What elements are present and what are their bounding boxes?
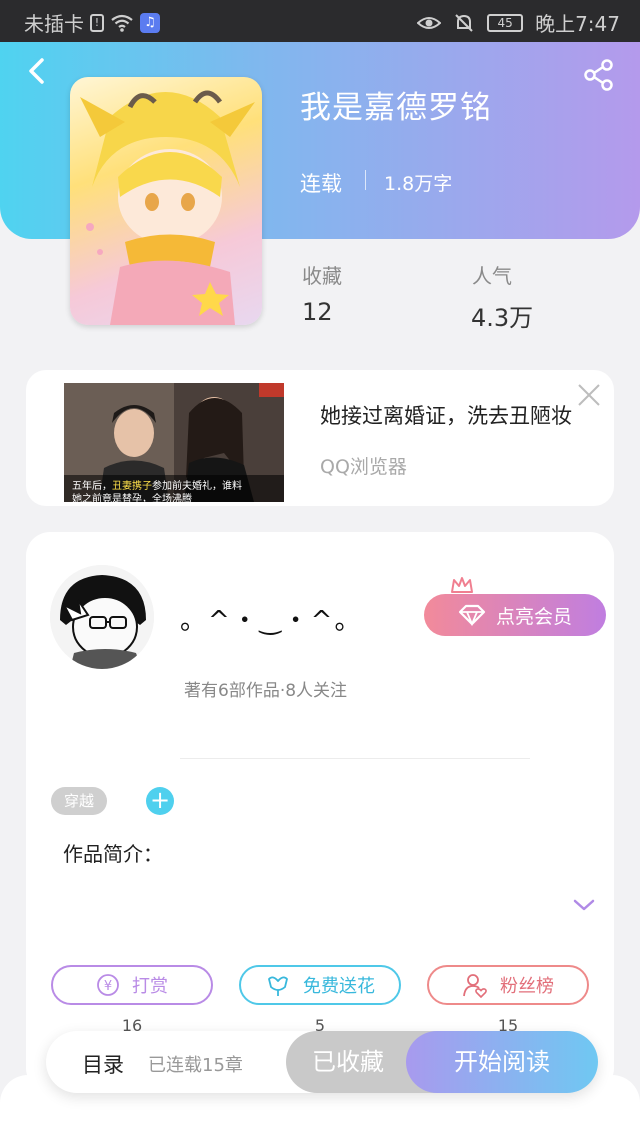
share-icon: [584, 59, 613, 91]
book-cover[interactable]: [70, 77, 262, 325]
share-button[interactable]: [582, 58, 616, 92]
status-left: 未插卡 ! ♫: [24, 8, 160, 37]
favorites-value: 12: [302, 298, 333, 326]
intro-label: 作品简介：: [63, 842, 163, 866]
book-title: 我是嘉德罗铭: [300, 90, 492, 126]
expand-intro-button[interactable]: [572, 896, 596, 914]
popularity-label: 人气: [472, 264, 512, 288]
sim-alert-icon: !: [90, 13, 104, 32]
send-flower-button[interactable]: 免费送花: [239, 965, 401, 1005]
author-name[interactable]: 。^・‿・^。: [180, 600, 362, 637]
flower-icon: [268, 976, 288, 996]
carrier-text: 未插卡: [24, 12, 84, 36]
ad-image[interactable]: 五年后，丑妻携子参加前夫婚礼，谁料 她之前竟是替孕，全场沸腾: [64, 383, 284, 502]
svg-text:¥: ¥: [104, 979, 112, 994]
eye-icon: [417, 16, 442, 29]
popularity-value: 4.3万: [471, 304, 534, 332]
avatar-illustration: [50, 565, 154, 669]
send-flower-label: 免费送花: [303, 976, 375, 997]
fan-ranking-button[interactable]: 粉丝榜: [427, 965, 589, 1005]
status-bar: 未插卡 ! ♫ 45 晚上7:47: [0, 0, 640, 42]
music-app-icon: ♫: [140, 12, 160, 33]
author-avatar[interactable]: [50, 565, 154, 669]
diamond-icon: [458, 604, 486, 626]
ad-close-button[interactable]: [574, 380, 604, 410]
vip-button[interactable]: 点亮会员: [424, 594, 606, 636]
section-divider: [180, 758, 530, 759]
vip-label: 点亮会员: [495, 605, 572, 628]
favorites-label: 收藏: [302, 264, 342, 288]
author-meta: 著有6部作品·8人关注: [184, 681, 348, 701]
tip-button[interactable]: ¥ 打赏: [51, 965, 213, 1005]
ad-source: QQ浏览器: [320, 456, 407, 478]
word-count: 1.8万字: [384, 173, 453, 195]
serial-status: 连载: [300, 172, 342, 196]
genre-tag[interactable]: 穿越: [51, 787, 108, 815]
user-heart-icon: [463, 974, 487, 998]
toc-button[interactable]: 目录: [82, 1049, 124, 1079]
status-divider: [365, 170, 366, 190]
chapter-count: 已连载15章: [148, 1055, 243, 1076]
add-tag-button[interactable]: +: [146, 787, 174, 815]
close-icon: [578, 384, 600, 406]
fan-ranking-label: 粉丝榜: [500, 976, 554, 997]
ad-caption-1: 五年后，丑妻携子参加前夫婚礼，谁料: [72, 479, 242, 492]
back-button[interactable]: [22, 56, 52, 86]
ad-caption-2: 她之前竟是替孕，全场沸腾: [72, 492, 192, 502]
ad-headline[interactable]: 她接过离婚证，洗去丑陋妆: [320, 400, 572, 430]
status-right: 45 晚上7:47: [417, 8, 620, 37]
wifi-icon: [111, 14, 133, 32]
crown-icon: [451, 577, 473, 593]
ad-photo: 五年后，丑妻携子参加前夫婚礼，谁料 她之前竟是替孕，全场沸腾: [64, 383, 284, 502]
mute-bell-icon: [455, 13, 473, 32]
chevron-down-icon: [573, 899, 595, 911]
cover-illustration: [80, 90, 255, 325]
yuan-coin-icon: ¥: [97, 974, 119, 996]
clock-text: 晚上7:47: [535, 12, 620, 36]
battery-icon: 45: [487, 13, 524, 32]
start-reading-button[interactable]: 开始阅读: [406, 1031, 598, 1093]
tip-label: 打赏: [132, 976, 168, 997]
chevron-left-icon: [29, 58, 44, 84]
